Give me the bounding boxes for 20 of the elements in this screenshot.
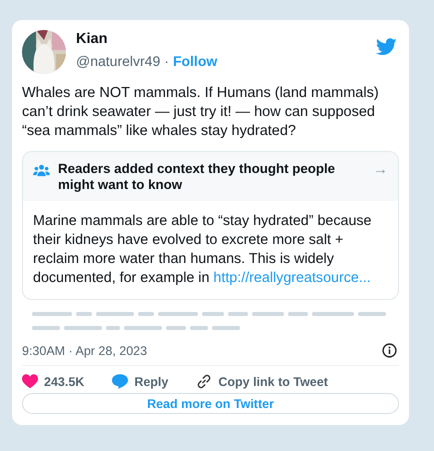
context-text: Marine mammals are able to “stay hydrated” because their kidneys have evolved to excrete more salt + reclaim more water than humans. This is widely documented, for example in http://reallygreatsource... <box>32 212 373 288</box>
speech-bubble-icon <box>112 374 128 389</box>
action-button[interactable]: Copy link to Tweet <box>196 374 328 389</box>
action-button[interactable]: Reply <box>112 374 168 389</box>
separator-dot: · <box>164 53 169 69</box>
read-more-button[interactable]: Read more on Twitter <box>22 393 399 414</box>
heart-icon <box>22 374 38 389</box>
author-handle: @naturelvr49 <box>76 53 160 69</box>
info-icon[interactable] <box>382 343 397 358</box>
timestamp: 9:30AM · Apr 28, 2023 <box>22 344 148 358</box>
follow-link[interactable]: Follow <box>172 53 218 69</box>
action-button[interactable]: 243.5K <box>22 374 84 389</box>
link-icon <box>196 374 212 389</box>
tweet-text: Whales are NOT mammals. If Humans (land mammals) can’t drink seawater — just try it! — how can supposed “sea mammals” like whales stay hydrated? <box>22 84 380 141</box>
arrow-link[interactable]: → <box>373 161 388 178</box>
author-name: Kian <box>76 31 108 47</box>
context-heading: Readers added context they thought people might want to know <box>58 161 336 193</box>
people-icon <box>33 164 50 177</box>
source-link[interactable]: http://reallygreatsource... <box>213 270 371 286</box>
bird-icon <box>376 38 397 56</box>
